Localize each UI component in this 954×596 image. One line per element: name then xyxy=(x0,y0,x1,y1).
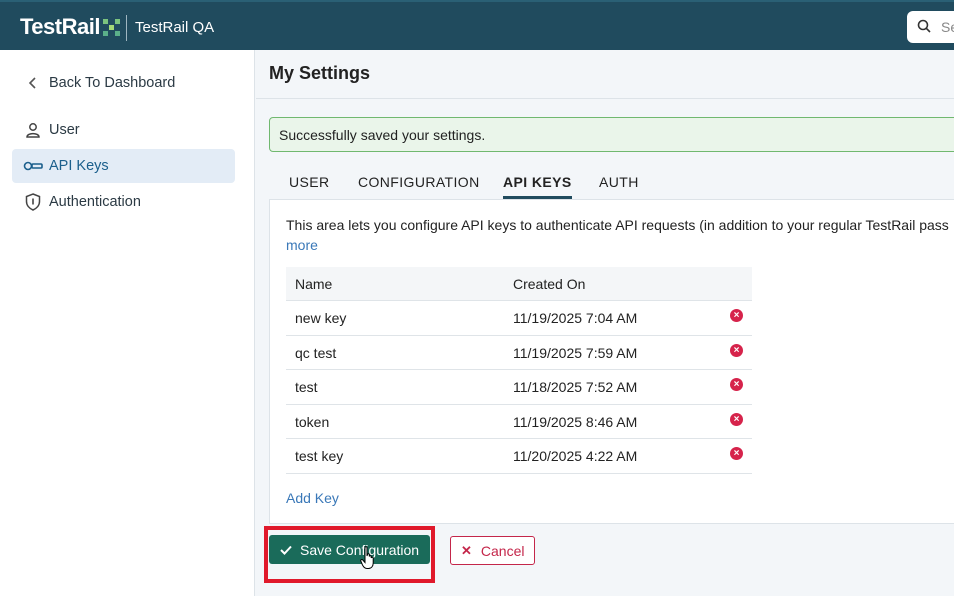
search-icon xyxy=(917,19,931,33)
cancel-label: Cancel xyxy=(480,542,525,559)
key-name: token xyxy=(295,413,330,430)
table-row: test 11/18/2025 7:52 AM × xyxy=(286,370,752,405)
table-row: qc test 11/19/2025 7:59 AM × xyxy=(286,335,752,370)
api-keys-panel: This area lets you configure API keys to… xyxy=(269,199,954,524)
logo-mark-icon xyxy=(102,18,120,36)
user-icon xyxy=(22,119,44,141)
testrail-logo[interactable]: TestRail xyxy=(20,14,120,39)
page-title: My Settings xyxy=(269,63,371,83)
key-created-on: 11/19/2025 8:46 AM xyxy=(513,413,638,430)
table-row: token 11/19/2025 8:46 AM × xyxy=(286,404,752,439)
table-header-row: Name Created On xyxy=(286,267,752,301)
key-icon xyxy=(22,155,44,177)
success-alert: Successfully saved your settings. xyxy=(269,117,954,152)
delete-key-icon[interactable]: × xyxy=(730,378,743,391)
add-key-link[interactable]: Add Key xyxy=(286,490,339,506)
delete-key-icon[interactable]: × xyxy=(730,309,743,322)
search-input[interactable]: Search xyxy=(907,11,954,43)
column-header-name: Name xyxy=(295,276,333,292)
key-created-on: 11/20/2025 4:22 AM xyxy=(513,448,638,464)
header-divider xyxy=(126,15,127,41)
more-link[interactable]: more xyxy=(286,237,318,253)
back-label: Back To Dashboard xyxy=(49,75,176,91)
key-name: test key xyxy=(295,448,344,464)
save-configuration-button[interactable]: Save Configuration xyxy=(269,535,430,564)
logo-text: TestRail xyxy=(20,14,100,39)
api-keys-description: This area lets you configure API keys to… xyxy=(286,217,949,233)
tab-auth[interactable]: AUTH xyxy=(599,174,639,196)
tab-configuration[interactable]: CONFIGURATION xyxy=(358,174,480,196)
table-row: new key 11/19/2025 7:04 AM × xyxy=(286,301,752,336)
sidebar-item-api-keys[interactable]: API Keys xyxy=(12,149,235,183)
sidebar: Back To Dashboard User API Keys Authenti… xyxy=(0,50,255,596)
alert-text: Successfully saved your settings. xyxy=(279,127,486,143)
key-created-on: 11/18/2025 7:52 AM xyxy=(513,379,638,395)
back-to-dashboard-link[interactable]: Back To Dashboard xyxy=(12,66,235,100)
delete-key-icon[interactable]: × xyxy=(730,343,743,357)
search-placeholder: Search xyxy=(941,19,954,35)
key-name: test xyxy=(295,379,318,395)
main-content: My Settings Successfully saved your sett… xyxy=(256,50,954,596)
delete-key-icon[interactable]: × xyxy=(730,412,743,426)
sidebar-item-user[interactable]: User xyxy=(12,113,235,147)
top-bar: TestRail TestRail QA Search xyxy=(0,0,954,50)
chevron-left-icon xyxy=(22,72,44,94)
title-divider xyxy=(256,98,954,99)
api-keys-table: Name Created On new key 11/19/2025 7:04 … xyxy=(286,267,752,474)
key-name: qc test xyxy=(295,344,337,361)
sidebar-item-label: User xyxy=(49,122,80,138)
sidebar-item-label: Authentication xyxy=(49,194,141,210)
hand-cursor-icon xyxy=(360,546,374,569)
table-row: test key 11/20/2025 4:22 AM × xyxy=(286,439,752,474)
sidebar-item-label: API Keys xyxy=(49,158,109,174)
delete-key-icon[interactable]: × xyxy=(730,447,743,460)
checkmark-icon xyxy=(280,545,292,555)
key-created-on: 11/19/2025 7:59 AM xyxy=(513,344,638,361)
project-name[interactable]: TestRail QA xyxy=(135,19,214,36)
key-name: new key xyxy=(295,310,347,326)
tab-api-keys[interactable]: API KEYS xyxy=(503,174,572,199)
close-icon: ✕ xyxy=(461,542,472,558)
sidebar-item-authentication[interactable]: Authentication xyxy=(12,185,235,219)
cancel-button[interactable]: ✕ Cancel xyxy=(450,536,535,565)
key-created-on: 11/19/2025 7:04 AM xyxy=(513,310,638,326)
shield-icon xyxy=(22,191,44,213)
column-header-created-on: Created On xyxy=(513,276,586,292)
tab-user[interactable]: USER xyxy=(289,174,330,196)
